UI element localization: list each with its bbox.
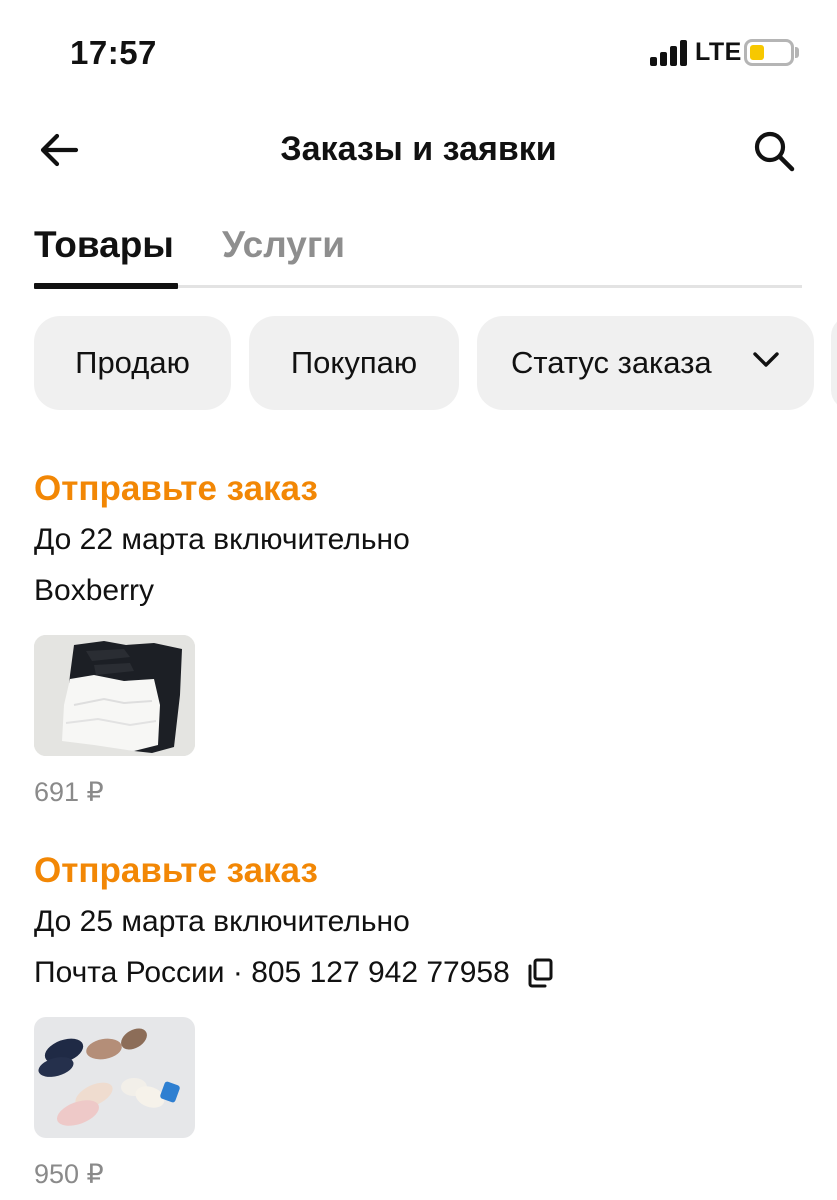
active-tab-indicator (34, 283, 178, 289)
filter-selling-label: Продаю (75, 345, 190, 380)
order-deadline: До 22 марта включительно (34, 523, 410, 556)
signal-icon (650, 40, 688, 66)
copy-tracking-button[interactable] (526, 958, 554, 988)
tab-bar: Товары Услуги (34, 222, 802, 290)
filter-order-status-dropdown[interactable]: Статус заказа (477, 316, 814, 410)
shoes-photo-image (34, 1017, 195, 1138)
battery-icon (744, 39, 794, 66)
chevron-down-icon (753, 352, 779, 367)
network-label: LTE (695, 38, 742, 66)
status-bar: 17:57 LTE (0, 0, 837, 100)
order-card[interactable]: Отправьте заказ До 25 марта включительно… (34, 848, 794, 1191)
order-delivery-text: Boxberry (34, 574, 155, 607)
status-time: 17:57 (70, 34, 157, 71)
filter-buying-label: Покупаю (290, 345, 418, 380)
copy-icon (528, 958, 553, 988)
filter-more-chip[interactable] (831, 316, 837, 410)
search-icon (754, 131, 795, 172)
order-price: 950 ₽ (34, 1159, 104, 1189)
tab-services[interactable]: Услуги (222, 224, 345, 266)
battery-tip (795, 47, 799, 58)
order-delivery: Boxberry (34, 571, 794, 611)
tab-goods[interactable]: Товары (34, 224, 174, 266)
order-deadline: До 25 марта включительно (34, 905, 410, 938)
app-header: Заказы и заявки (0, 110, 837, 190)
clothes-photo[interactable] (34, 635, 195, 756)
clothes-photo-image (34, 635, 195, 756)
filter-order-status-label: Статус заказа (511, 345, 712, 380)
order-price: 691 ₽ (34, 777, 104, 807)
filter-buying-chip[interactable]: Покупаю (249, 316, 459, 410)
battery-level (750, 45, 764, 60)
filter-selling-chip[interactable]: Продаю (34, 316, 231, 410)
order-delivery-text: Почта России · 805 127 942 77958 (34, 956, 510, 989)
order-card[interactable]: Отправьте заказ До 22 марта включительно… (34, 466, 794, 809)
shoes-photo[interactable] (34, 1017, 195, 1138)
page-title: Заказы и заявки (280, 130, 557, 168)
search-button[interactable] (750, 128, 800, 174)
order-status: Отправьте заказ (34, 851, 318, 890)
order-delivery: Почта России · 805 127 942 77958 (34, 953, 794, 993)
order-status: Отправьте заказ (34, 469, 318, 508)
